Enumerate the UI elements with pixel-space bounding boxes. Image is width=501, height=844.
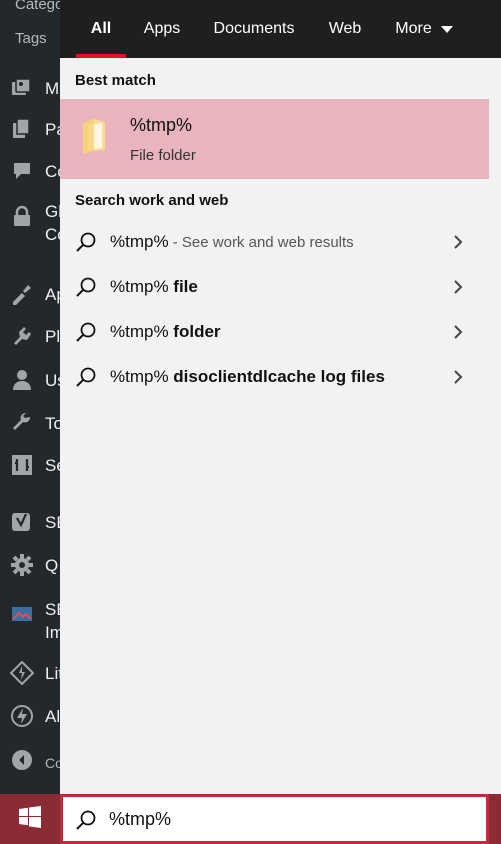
- wp-menu-lock[interactable]: Gl Co: [0, 196, 60, 244]
- yoast-icon: [10, 510, 34, 534]
- tab-all[interactable]: All: [76, 0, 126, 58]
- web-result-item[interactable]: %tmp% disoclientdlcache log files: [60, 355, 489, 400]
- tab-documents[interactable]: Documents: [204, 0, 304, 58]
- wp-menu-seo-image[interactable]: SE Im: [0, 594, 60, 642]
- wp-menu-label: Al: [45, 707, 60, 726]
- tab-apps[interactable]: Apps: [136, 0, 188, 58]
- wp-menu-amp[interactable]: Al: [0, 696, 60, 736]
- wp-menu-label: Ap: [45, 285, 60, 304]
- wp-menu-label: Pl: [45, 327, 60, 346]
- chevron-right-icon[interactable]: [452, 279, 464, 295]
- web-result-text: %tmp% folder: [110, 322, 221, 342]
- best-match-item[interactable]: %tmp% File folder: [60, 99, 489, 179]
- wp-menu-users[interactable]: Us: [0, 360, 60, 400]
- wp-menu-collapse[interactable]: Co: [0, 740, 60, 780]
- wp-menu-label: Us: [45, 371, 60, 390]
- wp-menu-label: SE: [45, 513, 60, 532]
- result-suggestion: file: [173, 277, 198, 296]
- result-suggestion: folder: [173, 322, 221, 341]
- settings-icon: [10, 453, 34, 477]
- search-icon: [75, 809, 97, 831]
- web-result-item[interactable]: %tmp% - See work and web results: [60, 220, 489, 265]
- result-suggestion: disoclientdlcache log files: [173, 367, 385, 386]
- web-result-item[interactable]: %tmp% file: [60, 265, 489, 310]
- wp-menu-yoast[interactable]: SE: [0, 502, 60, 542]
- search-icon: [75, 366, 97, 388]
- wp-menu-label: M: [45, 79, 60, 98]
- wp-menu-tags[interactable]: Tags: [15, 30, 47, 47]
- chevron-right-icon[interactable]: [452, 324, 464, 340]
- web-result-text: %tmp% file: [110, 277, 198, 297]
- wp-menu-pages[interactable]: Pa: [0, 109, 60, 149]
- search-icon: [75, 321, 97, 343]
- wp-menu-label: Se: [45, 456, 60, 475]
- wp-menu-label: Q: [45, 556, 59, 575]
- tab-label: More: [395, 20, 432, 37]
- appearance-icon: [10, 282, 34, 306]
- taskbar: [0, 794, 501, 844]
- best-match-name: %tmp%: [130, 115, 193, 135]
- pages-icon: [10, 117, 34, 141]
- web-result-text: %tmp% disoclientdlcache log files: [110, 367, 385, 387]
- chevron-right-icon[interactable]: [452, 234, 464, 250]
- result-query: %tmp%: [110, 277, 174, 296]
- search-tab-bar: All Apps Documents Web More: [60, 0, 501, 58]
- search-input[interactable]: [109, 805, 469, 833]
- wp-menu-label: SE Im: [45, 600, 60, 642]
- screen: Catego Tags M Pa Co Gl Co: [0, 0, 501, 844]
- search-icon: [75, 276, 97, 298]
- tab-label: Web: [328, 20, 362, 37]
- result-query: %tmp%: [110, 367, 174, 386]
- result-hint: - See work and web results: [168, 234, 354, 251]
- tab-label: All: [90, 20, 112, 37]
- tab-more[interactable]: More: [386, 0, 462, 58]
- search-icon: [75, 231, 97, 253]
- wp-menu-appearance[interactable]: Ap: [0, 274, 60, 314]
- wp-menu-label: To: [45, 414, 60, 433]
- wp-menu-comments[interactable]: Co: [0, 151, 60, 191]
- result-query: %tmp%: [110, 232, 169, 251]
- wp-menu-settings[interactable]: Se: [0, 445, 60, 485]
- users-icon: [10, 368, 34, 392]
- wp-menu-categories[interactable]: Catego: [15, 0, 60, 13]
- result-query: %tmp%: [110, 322, 174, 341]
- tools-icon: [10, 411, 34, 435]
- tab-web[interactable]: Web: [322, 0, 368, 58]
- windows-logo-icon: [19, 805, 41, 833]
- wp-menu-label: Co: [45, 755, 60, 771]
- taskbar-search-box[interactable]: [60, 794, 489, 844]
- best-match-type: File folder: [130, 147, 196, 164]
- gear-icon: [10, 553, 34, 577]
- wp-menu-plugins[interactable]: Pl: [0, 316, 60, 356]
- wp-menu-label: Gl Co: [45, 202, 60, 244]
- comments-icon: [10, 159, 34, 183]
- wp-menu-gear[interactable]: Q: [0, 545, 60, 585]
- plugins-icon: [10, 324, 34, 348]
- wp-menu-label: Pa: [45, 120, 60, 139]
- tab-label: Documents: [213, 20, 295, 37]
- best-match-heading: Best match: [75, 72, 156, 89]
- litespeed-icon: [10, 661, 34, 685]
- search-web-heading: Search work and web: [75, 192, 229, 209]
- tab-label: Apps: [143, 20, 181, 37]
- amp-icon: [10, 704, 34, 728]
- folder-icon: [80, 117, 110, 155]
- wp-menu-litespeed[interactable]: Lit: [0, 653, 60, 693]
- web-result-text: %tmp% - See work and web results: [110, 232, 354, 252]
- wp-menu-label: Co: [45, 162, 60, 181]
- media-icon: [10, 76, 34, 100]
- wp-admin-sidebar: Catego Tags M Pa Co Gl Co: [0, 0, 60, 794]
- web-result-item[interactable]: %tmp% folder: [60, 310, 489, 355]
- seo-image-icon: [10, 602, 34, 626]
- search-panel: All Apps Documents Web More Best match %…: [60, 0, 501, 794]
- collapse-icon: [10, 748, 34, 772]
- lock-icon: [10, 204, 34, 228]
- wp-menu-tools[interactable]: To: [0, 403, 60, 443]
- start-button[interactable]: [0, 794, 60, 844]
- chevron-right-icon[interactable]: [452, 369, 464, 385]
- wp-menu-label: Lit: [45, 664, 60, 683]
- wp-menu-media[interactable]: M: [0, 68, 60, 108]
- caret-down-icon: [440, 26, 453, 33]
